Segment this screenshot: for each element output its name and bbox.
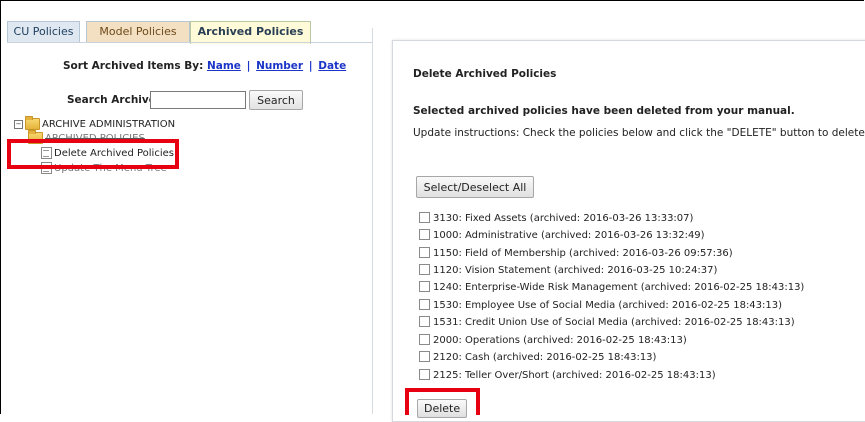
policy-label: 1000: Administrative (archived: 2016-03-… [433, 230, 705, 241]
highlight-box [7, 139, 179, 169]
list-item[interactable]: 1150: Field of Membership (archived: 201… [419, 246, 733, 262]
policy-label: 2000: Operations (archived: 2016-02-25 1… [433, 335, 687, 346]
policy-label: 1530: Employee Use of Social Media (arch… [433, 300, 783, 311]
policy-label: 2120: Cash (archived: 2016-02-25 18:43:1… [433, 352, 657, 363]
sort-by-name-link[interactable]: Name [207, 60, 241, 72]
search-button[interactable]: Search [249, 90, 303, 110]
list-item[interactable]: 3130: Fixed Assets (archived: 2016-03-26… [419, 211, 693, 227]
tab-cu-policies[interactable]: CU Policies [7, 21, 80, 42]
policy-label: 1240: Enterprise-Wide Risk Management (a… [433, 282, 805, 293]
policy-checkbox[interactable] [419, 228, 430, 240]
list-item[interactable]: 2000: Operations (archived: 2016-02-25 1… [419, 333, 687, 349]
select-deselect-all-button[interactable]: Select/Deselect All [416, 176, 534, 198]
collapse-toggle-icon[interactable]: − [14, 119, 23, 129]
policy-label: 1150: Field of Membership (archived: 201… [433, 248, 733, 259]
list-item[interactable]: 1531: Credit Union Use of Social Media (… [419, 315, 795, 331]
policy-label: 2125: Teller Over/Short (archived: 2016-… [433, 370, 716, 381]
folder-icon [25, 116, 40, 130]
tab-archived-policies[interactable]: Archived Policies [190, 21, 311, 44]
list-item[interactable]: 1240: Enterprise-Wide Risk Management (a… [419, 280, 804, 296]
policy-checkbox[interactable] [419, 315, 430, 327]
instructions-text: Update instructions: Check the policies … [413, 127, 865, 139]
list-item[interactable]: 2120: Cash (archived: 2016-02-25 18:43:1… [419, 350, 656, 366]
status-message: Selected archived policies have been del… [413, 105, 795, 117]
list-item[interactable]: 2125: Teller Over/Short (archived: 2016-… [419, 368, 716, 384]
sort-by-date-link[interactable]: Date [318, 60, 346, 72]
policy-checkbox[interactable] [419, 298, 430, 310]
list-item[interactable]: 1530: Employee Use of Social Media (arch… [419, 298, 782, 314]
policy-label: 1531: Credit Union Use of Social Media (… [433, 317, 795, 328]
policy-checkbox[interactable] [419, 368, 430, 380]
policy-label: 3130: Fixed Assets (archived: 2016-03-26… [433, 213, 694, 224]
sort-by-number-link[interactable]: Number [256, 60, 303, 72]
tree-root[interactable]: − ARCHIVE ADMINISTRATION [14, 116, 176, 132]
tab-underline [7, 42, 372, 43]
list-item[interactable]: 1120: Vision Statement (archived: 2016-0… [419, 263, 717, 279]
panel-title: Delete Archived Policies [413, 68, 557, 80]
policy-checkbox[interactable] [419, 263, 430, 275]
sort-separator: | [246, 60, 251, 72]
sort-bar: Sort Archived Items By: Name | Number | … [63, 60, 346, 72]
highlight-box [405, 388, 480, 415]
search-label: Search Archive: [67, 94, 161, 106]
tab-model-policies[interactable]: Model Policies [86, 21, 190, 42]
sort-separator: | [308, 60, 313, 72]
pane-divider [372, 28, 373, 414]
list-item[interactable]: 1000: Administrative (archived: 2016-03-… [419, 228, 705, 244]
policy-checkbox[interactable] [419, 246, 430, 258]
tree-root-label: ARCHIVE ADMINISTRATION [42, 119, 176, 130]
policy-checkbox[interactable] [419, 211, 430, 223]
search-input[interactable] [150, 91, 246, 109]
policy-checkbox[interactable] [419, 333, 430, 345]
policy-label: 1120: Vision Statement (archived: 2016-0… [433, 265, 718, 276]
policy-checkbox[interactable] [419, 280, 430, 292]
policy-checkbox[interactable] [419, 350, 430, 362]
sort-label: Sort Archived Items By: [63, 60, 204, 72]
